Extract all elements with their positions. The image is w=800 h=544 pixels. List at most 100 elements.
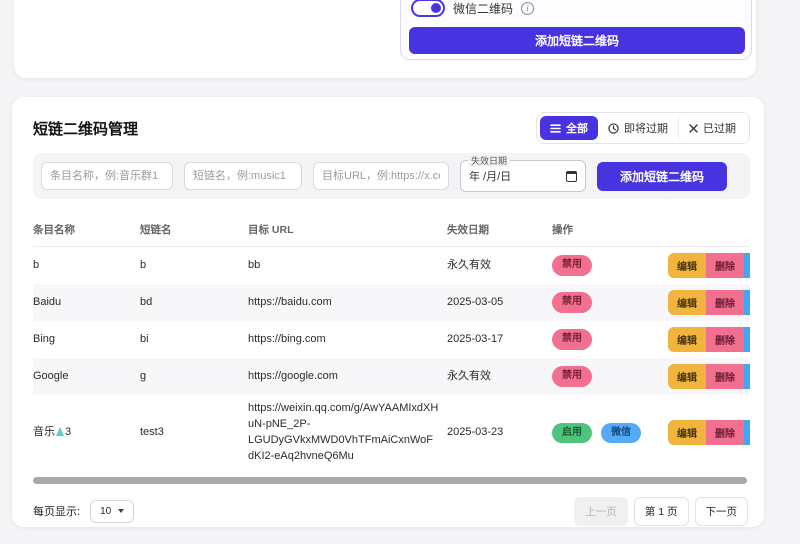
status-toggle-badge[interactable]: 禁用 — [552, 255, 592, 276]
cell-entry-name: Baidu — [33, 289, 140, 317]
prev-page-button[interactable]: 上一页 — [574, 497, 628, 526]
cell-status: 禁用 — [552, 286, 668, 319]
list-icon — [550, 124, 561, 133]
cell-expiry: 2025-03-17 — [447, 326, 552, 354]
wechat-tag-badge: 微信 — [601, 423, 641, 444]
cell-expiry: 永久有效 — [447, 252, 552, 280]
edit-button[interactable]: 编辑 — [668, 420, 706, 445]
tab-expired-label: 已过期 — [703, 120, 736, 136]
shortlink-manager-card: 短链二维码管理 全部 即将过期 已过期 — [12, 97, 764, 527]
cell-slug: g — [140, 363, 248, 391]
tab-expired[interactable]: 已过期 — [678, 116, 746, 140]
table-row: 音乐3 test3 https://weixin.qq.com/g/AwYAAM… — [33, 395, 750, 471]
filter-bar: 失效日期 年 /月/日 添加短链二维码 — [33, 153, 750, 199]
cell-url: https://google.com — [248, 363, 447, 391]
x-icon — [689, 124, 698, 133]
cell-name-text: Google — [33, 370, 68, 382]
tab-all[interactable]: 全部 — [540, 116, 598, 140]
header-entry-name: 条目名称 — [33, 222, 140, 237]
cell-name-text: b — [33, 259, 39, 271]
delete-button[interactable]: 删除 — [706, 420, 744, 445]
table-row: Google g https://google.com 永久有效 禁用 编辑删除… — [33, 358, 750, 395]
cell-name-text: Bing — [33, 333, 55, 345]
tag-list: 微信 — [595, 426, 641, 438]
cell-name-suffix: 3 — [65, 426, 71, 438]
row-actions: 编辑删除二维码 — [668, 358, 750, 395]
page-title: 短链二维码管理 — [33, 118, 138, 139]
delete-button[interactable]: 删除 — [706, 327, 744, 352]
delete-button[interactable]: 删除 — [706, 290, 744, 315]
row-actions: 编辑删除二维码 — [668, 247, 750, 284]
cell-expiry: 2025-03-05 — [447, 289, 552, 317]
cell-url: https://weixin.qq.com/g/AwYAAMIxdXHuN-pN… — [248, 395, 447, 471]
wechat-toggle-row: 微信二维码 i — [411, 0, 534, 17]
table-row: b b bb 永久有效 禁用 编辑删除二维码 — [33, 247, 750, 284]
qrcode-button[interactable]: 二维码 — [744, 364, 750, 389]
table-header-row: 条目名称 短链名 目标 URL 失效日期 操作 — [33, 213, 750, 247]
tab-expiring-soon[interactable]: 即将过期 — [598, 116, 678, 140]
header-actions: 操作 — [552, 222, 668, 237]
add-shortlink-qrcode-button[interactable]: 添加短链二维码 — [597, 162, 727, 191]
cell-slug: b — [140, 252, 248, 280]
tree-emoji-icon — [56, 427, 64, 436]
edit-button[interactable]: 编辑 — [668, 327, 706, 352]
horizontal-scrollbar-thumb[interactable] — [33, 477, 747, 484]
cell-url: https://baidu.com — [248, 289, 447, 317]
tab-all-label: 全部 — [566, 120, 588, 136]
top-card: 微信二维码 i 添加短链二维码 — [14, 0, 756, 78]
status-toggle-badge[interactable]: 禁用 — [552, 292, 592, 313]
entry-name-input[interactable] — [41, 162, 173, 190]
per-page-select[interactable]: 10 — [90, 500, 134, 523]
filter-tabs: 全部 即将过期 已过期 — [536, 112, 750, 144]
header-target-url: 目标 URL — [248, 222, 447, 237]
slug-input[interactable] — [184, 162, 302, 190]
next-page-button[interactable]: 下一页 — [695, 497, 749, 526]
cell-entry-name: b — [33, 252, 140, 280]
edit-button[interactable]: 编辑 — [668, 364, 706, 389]
tab-expiring-soon-label: 即将过期 — [624, 120, 668, 136]
table-body: b b bb 永久有效 禁用 编辑删除二维码 Baidu bd https://… — [33, 247, 750, 471]
add-shortlink-qrcode-button-top[interactable]: 添加短链二维码 — [409, 27, 745, 54]
target-url-input[interactable] — [313, 162, 449, 190]
status-toggle-badge[interactable]: 启用 — [552, 423, 592, 444]
status-toggle-badge[interactable]: 禁用 — [552, 366, 592, 387]
cell-expiry: 2025-03-23 — [447, 419, 552, 447]
cell-name-text: Baidu — [33, 296, 61, 308]
qrcode-button[interactable]: 二维码 — [744, 253, 750, 278]
header-slug: 短链名 — [140, 222, 248, 237]
cell-slug: bi — [140, 326, 248, 354]
cell-status: 启用 微信 — [552, 417, 668, 450]
status-toggle-badge[interactable]: 禁用 — [552, 329, 592, 350]
delete-button[interactable]: 删除 — [706, 253, 744, 278]
per-page-label: 每页显示: — [33, 503, 80, 519]
cell-status: 禁用 — [552, 323, 668, 356]
qrcode-button[interactable]: 二维码 — [744, 290, 750, 315]
cell-entry-name: 音乐3 — [33, 419, 140, 447]
toggle-knob — [431, 3, 441, 13]
expiry-date-input[interactable]: 失效日期 年 /月/日 — [460, 160, 586, 192]
cell-status: 禁用 — [552, 360, 668, 393]
cell-entry-name: Bing — [33, 326, 140, 354]
cell-expiry: 永久有效 — [447, 363, 552, 391]
cell-entry-name: Google — [33, 363, 140, 391]
per-page-value: 10 — [100, 506, 111, 517]
table-footer: 每页显示: 10 上一页 第 1 页 下一页 — [33, 497, 750, 526]
clock-icon — [608, 123, 619, 134]
header-expiry-date: 失效日期 — [447, 222, 552, 237]
cell-url: https://bing.com — [248, 326, 447, 354]
info-icon[interactable]: i — [521, 2, 534, 15]
qrcode-button[interactable]: 二维码 — [744, 420, 750, 445]
cell-slug: bd — [140, 289, 248, 317]
row-actions: 编辑删除二维码 — [668, 414, 750, 451]
delete-button[interactable]: 删除 — [706, 364, 744, 389]
shortlink-table: 条目名称 短链名 目标 URL 失效日期 操作 b b bb 永久有效 禁用 编… — [33, 213, 750, 471]
calendar-icon[interactable] — [566, 171, 577, 182]
wechat-toggle[interactable] — [411, 0, 445, 17]
cell-url: bb — [248, 252, 447, 280]
expiry-date-value: 年 /月/日 — [469, 168, 511, 184]
edit-button[interactable]: 编辑 — [668, 290, 706, 315]
qrcode-button[interactable]: 二维码 — [744, 327, 750, 352]
row-actions: 编辑删除二维码 — [668, 321, 750, 358]
edit-button[interactable]: 编辑 — [668, 253, 706, 278]
expiry-date-label: 失效日期 — [468, 154, 510, 167]
